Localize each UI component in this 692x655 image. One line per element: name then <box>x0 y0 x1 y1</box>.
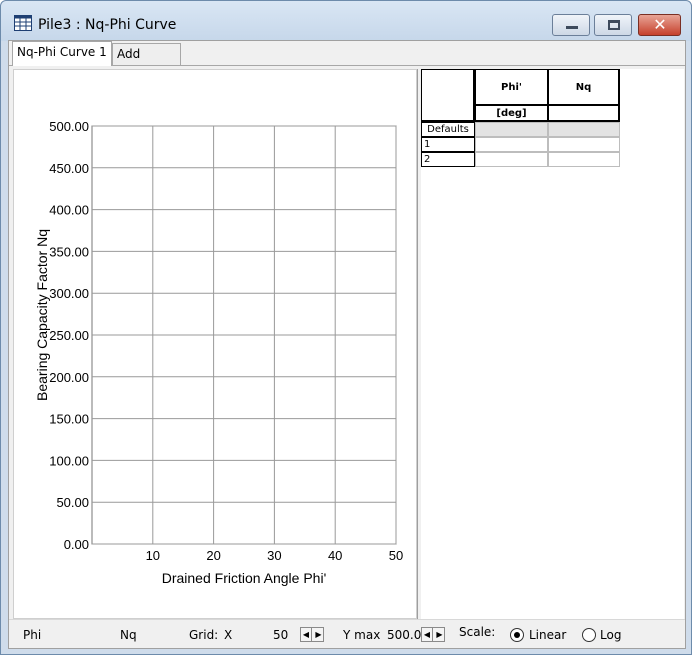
row-header-1[interactable]: 1 <box>421 137 475 152</box>
scale-log-radio[interactable] <box>582 628 596 642</box>
spin-right-icon[interactable]: ▶ <box>313 628 324 641</box>
close-button[interactable]: ✕ <box>638 14 681 36</box>
y-tick-label: 150.00 <box>49 412 89 427</box>
table-cell-defaults-nq[interactable] <box>548 122 620 137</box>
y-tick-label: 500.00 <box>49 119 89 134</box>
close-icon: ✕ <box>653 15 667 34</box>
spin-left-icon[interactable]: ◀ <box>301 628 312 641</box>
table-cell-2-phi[interactable] <box>475 152 548 167</box>
grid-x-label: X <box>224 628 233 642</box>
status-y-field-label: Nq <box>120 628 137 642</box>
x-tick-label: 30 <box>267 548 281 563</box>
y-tick-label: 250.00 <box>49 328 89 343</box>
scale-log-label[interactable]: Log <box>600 628 621 642</box>
column-header-nq[interactable]: Nq <box>548 69 620 105</box>
scale-label: Scale: <box>459 625 496 639</box>
ymax-label: Y max <box>343 628 381 642</box>
y-tick-label: 50.00 <box>56 495 89 510</box>
row-header-defaults[interactable]: Defaults <box>421 122 475 137</box>
y-tick-label: 400.00 <box>49 203 89 218</box>
x-tick-label: 20 <box>206 548 220 563</box>
table-cell-defaults-phi[interactable] <box>475 122 548 137</box>
column-header-phi[interactable]: Phi' <box>475 69 548 105</box>
ymax-spinner[interactable]: ◀ ▶ <box>421 627 445 642</box>
status-bar: Phi Nq Grid: X 50 ◀ ▶ Y max 500.0 ◀ ▶ Sc… <box>9 619 685 648</box>
data-table-pane[interactable]: Phi' Nq [deg] Defaults 1 2 <box>421 69 684 619</box>
y-tick-label: 300.00 <box>49 286 89 301</box>
ymax-value[interactable]: 500.0 <box>387 628 421 642</box>
grid-label: Grid: <box>189 628 219 642</box>
y-tick-label: 100.00 <box>49 453 89 468</box>
y-tick-label: 450.00 <box>49 161 89 176</box>
spin-right-icon[interactable]: ▶ <box>434 628 445 641</box>
window: Pile3 : Nq-Phi Curve ✕ Add Curve Nq-Phi … <box>0 0 692 655</box>
y-tick-label: 350.00 <box>49 244 89 259</box>
client-area: Add Curve Nq-Phi Curve 1 10203040500.005… <box>8 40 686 649</box>
y-tick-label: 200.00 <box>49 370 89 385</box>
scale-linear-radio[interactable] <box>510 628 524 642</box>
maximize-button[interactable] <box>594 14 632 36</box>
table-cell-1-nq[interactable] <box>548 137 620 152</box>
x-tick-label: 50 <box>389 548 403 563</box>
status-x-field-label: Phi <box>23 628 42 642</box>
y-tick-label: 0.00 <box>64 537 89 552</box>
nq-phi-chart[interactable]: 10 20 30 40 500.0050.00100.00150.00200.00250… <box>14 70 418 620</box>
tab-add-curve[interactable]: Add Curve <box>112 43 181 81</box>
table-cell-2-nq[interactable] <box>548 152 620 167</box>
scale-linear-label[interactable]: Linear <box>529 628 566 642</box>
y-axis-label: Bearing Capacity Factor Nq <box>34 229 50 401</box>
chart-pane[interactable]: 10 20 30 40 50 0.00 50.00 100.00 150.00 200.00 250… <box>13 69 417 619</box>
title-bar[interactable]: Pile3 : Nq-Phi Curve ✕ <box>1 1 691 41</box>
tab-strip: Add Curve Nq-Phi Curve 1 <box>9 41 685 81</box>
minimize-button[interactable] <box>552 14 590 36</box>
minimize-icon <box>566 26 578 29</box>
maximize-icon <box>608 20 620 30</box>
row-header-2[interactable]: 2 <box>421 152 475 167</box>
table-corner-cell <box>421 69 475 122</box>
spin-left-icon[interactable]: ◀ <box>422 628 433 641</box>
table-grid-icon <box>14 15 32 31</box>
x-tick-label: 10 <box>146 548 160 563</box>
table-cell-1-phi[interactable] <box>475 137 548 152</box>
x-axis-label: Drained Friction Angle Phi' <box>162 570 327 586</box>
column-unit-nq <box>548 105 620 122</box>
grid-x-value[interactable]: 50 <box>273 628 288 642</box>
tab-nq-phi-curve-1[interactable]: Nq-Phi Curve 1 <box>12 41 112 66</box>
column-unit-phi: [deg] <box>475 105 548 122</box>
window-title: Pile3 : Nq-Phi Curve <box>38 17 177 33</box>
grid-x-spinner[interactable]: ◀ ▶ <box>300 627 324 642</box>
x-tick-label: 40 <box>328 548 342 563</box>
